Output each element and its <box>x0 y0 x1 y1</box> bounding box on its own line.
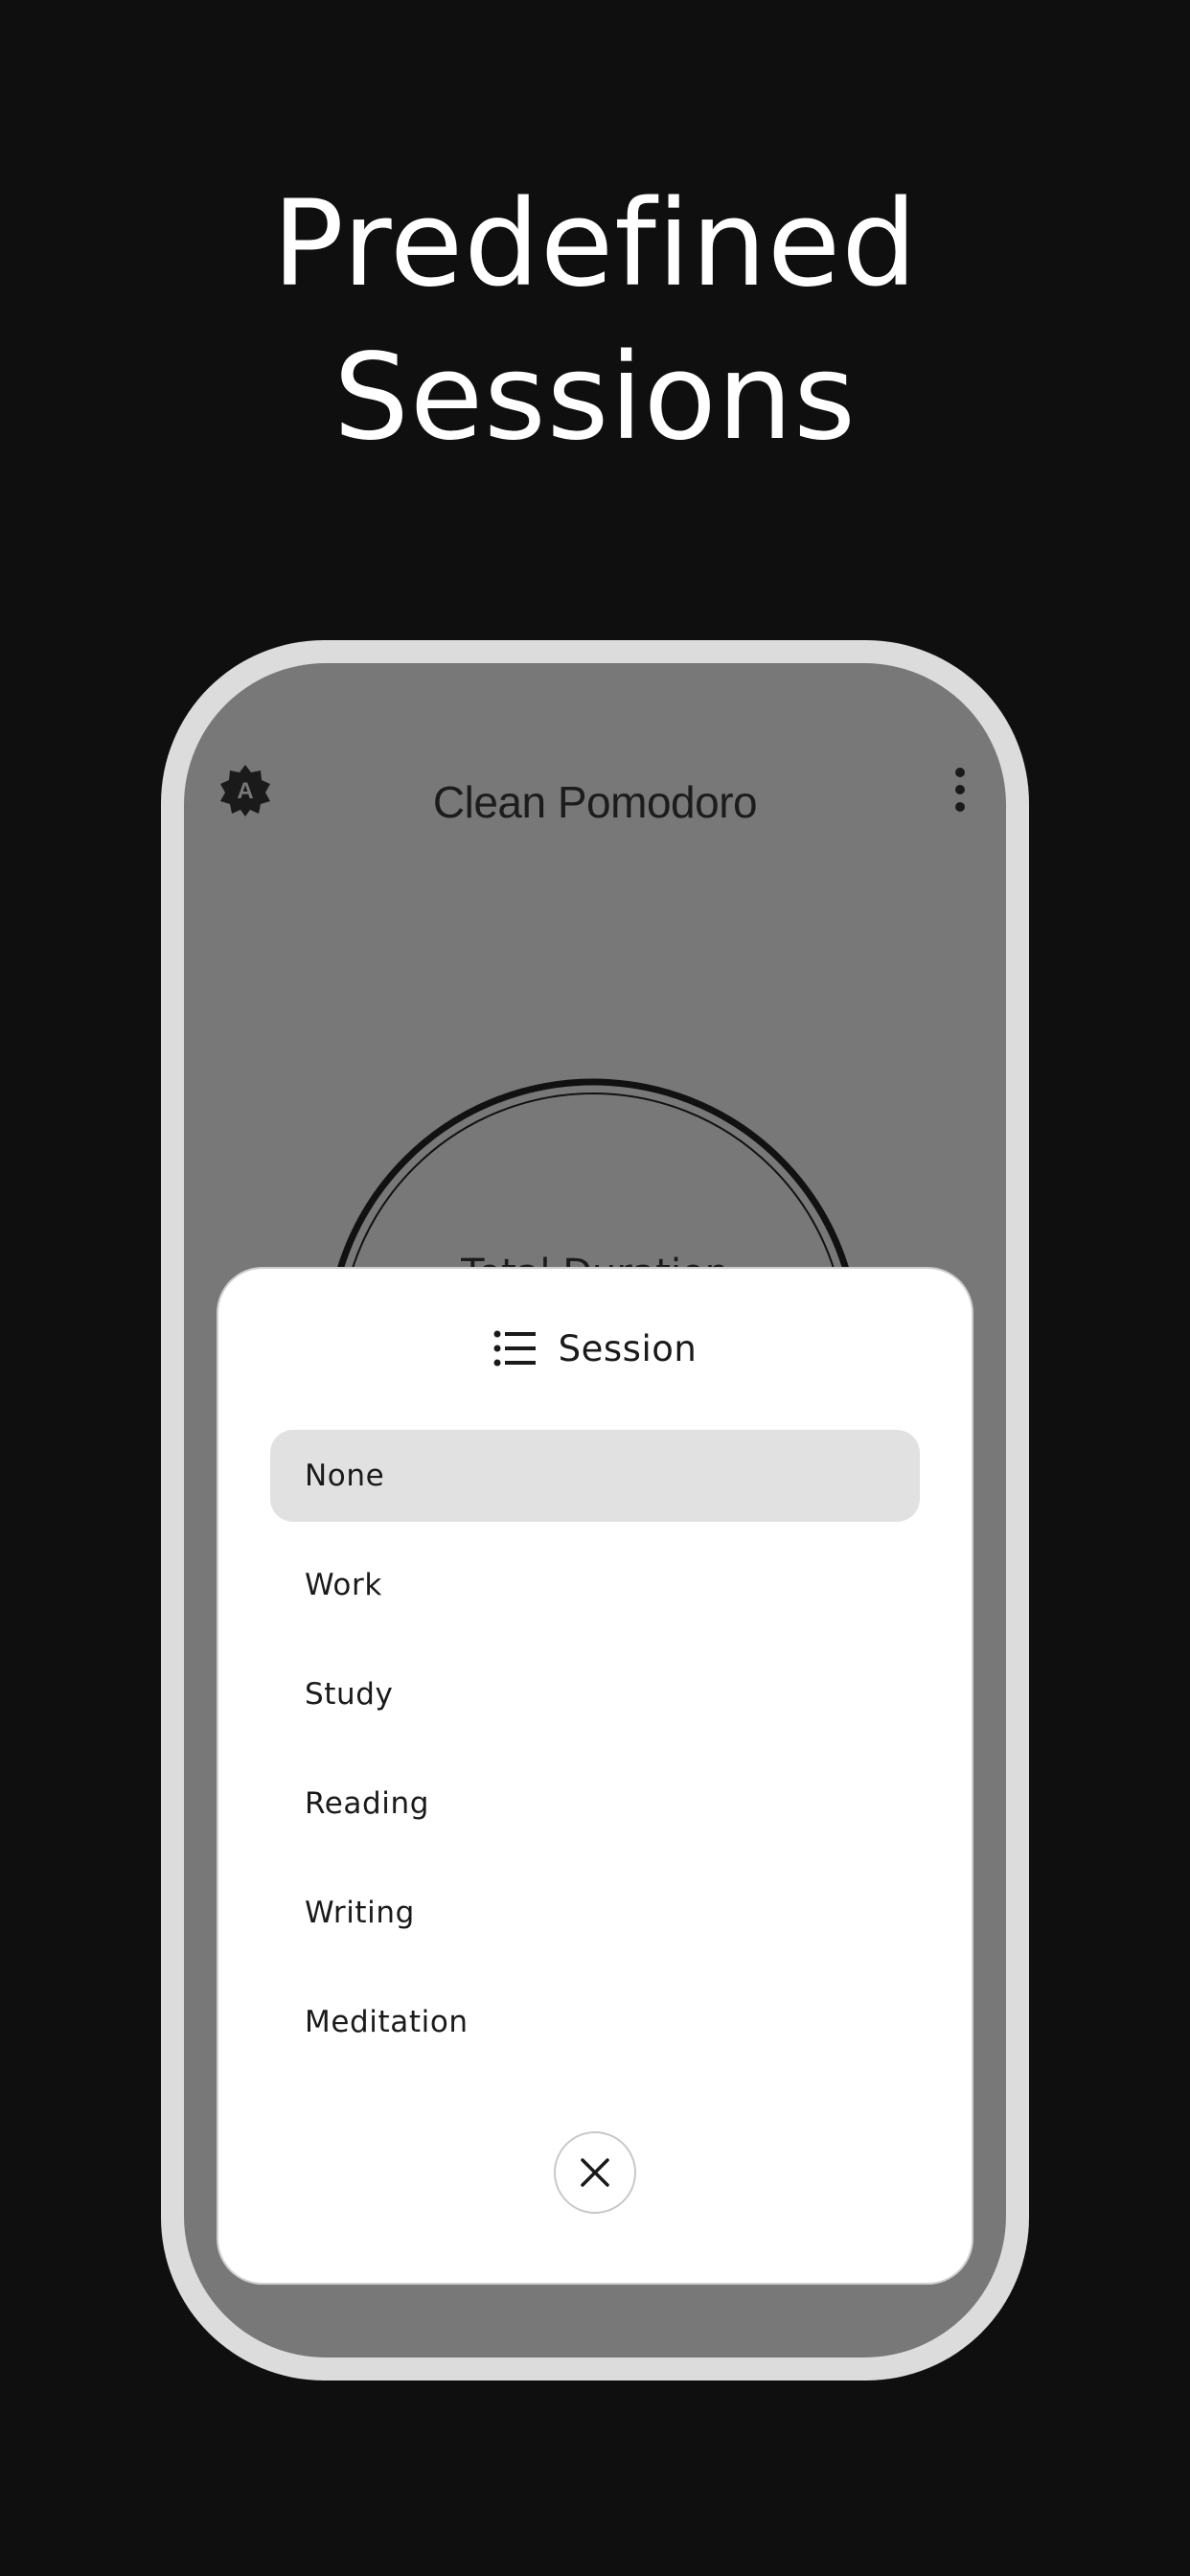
close-button[interactable] <box>554 2131 636 2214</box>
headline-line-1: Predefined <box>272 175 918 313</box>
session-options: None Work Study Reading Writing Meditati… <box>270 1430 920 2085</box>
close-icon <box>581 2158 609 2187</box>
list-icon <box>493 1330 536 1367</box>
sheet-title: Session <box>558 1327 698 1369</box>
more-vert-icon[interactable] <box>952 767 968 813</box>
app-title: Clean Pomodoro <box>432 777 758 827</box>
session-option-writing[interactable]: Writing <box>270 1867 920 1959</box>
session-sheet: Session None Work Study Reading Writing … <box>218 1269 972 2283</box>
headline-line-2: Sessions <box>333 329 857 467</box>
session-option-reading[interactable]: Reading <box>270 1758 920 1850</box>
sheet-header: Session <box>218 1324 972 1372</box>
session-option-none[interactable]: None <box>270 1430 920 1522</box>
session-option-work[interactable]: Work <box>270 1539 920 1631</box>
session-option-meditation[interactable]: Meditation <box>270 1976 920 2068</box>
headline: Predefined Sessions <box>0 168 1190 474</box>
session-option-study[interactable]: Study <box>270 1648 920 1740</box>
